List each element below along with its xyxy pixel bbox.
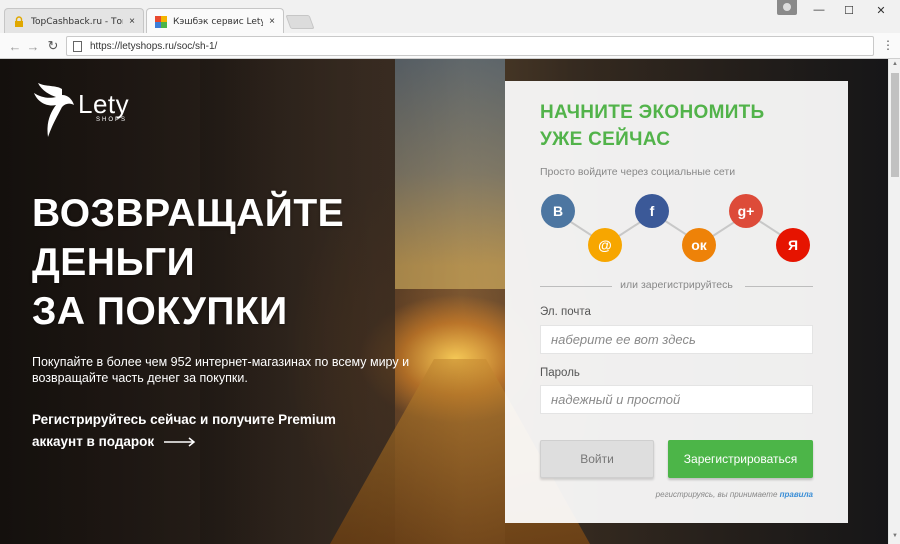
- login-button[interactable]: Войти: [540, 440, 654, 478]
- address-bar-row: ← → ↻ https://letyshops.ru/soc/sh-1/ ⋮: [0, 33, 900, 59]
- tab-title: Кэшбэк сервис LetyShop: [173, 16, 264, 27]
- logo-wordmark: Lety: [78, 89, 130, 119]
- social-login-label: Просто войдите через социальные сети: [540, 166, 736, 178]
- url-text: https://letyshops.ru/soc/sh-1/: [90, 40, 218, 52]
- browser-menu-icon[interactable]: ⋮: [882, 38, 894, 52]
- hero-subtext: Покупайте в более чем 952 интернет-магаз…: [32, 355, 410, 385]
- tab-close-icon[interactable]: ×: [129, 16, 135, 27]
- scroll-up-icon[interactable]: ▲: [891, 61, 899, 71]
- signup-title: НАЧНИТЕ ЭКОНОМИТЬ УЖЕ СЕЙЧАС: [540, 99, 765, 153]
- forward-arrow-icon[interactable]: →: [24, 37, 42, 55]
- tab-topcashback[interactable]: TopCashback.ru - Топ лу ×: [4, 8, 144, 34]
- terms-link[interactable]: правила: [780, 490, 813, 499]
- password-field[interactable]: [540, 385, 813, 414]
- signup-panel: НАЧНИТЕ ЭКОНОМИТЬ УЖЕ СЕЙЧАС Просто войд…: [505, 81, 848, 523]
- user-profile-icon[interactable]: [777, 0, 797, 15]
- scroll-thumb[interactable]: [891, 73, 899, 177]
- letyshops-favicon-icon: [155, 15, 167, 28]
- page-viewport: Lety SHOPS ВОЗВРАЩАЙТЕ ДЕНЬГИ ЗА ПОКУПКИ…: [0, 59, 888, 544]
- hummingbird-logo-icon: [34, 83, 74, 137]
- signup-title-line: НАЧНИТЕ ЭКОНОМИТЬ: [540, 102, 765, 123]
- maximize-button[interactable]: ☐: [834, 0, 864, 20]
- hero-headline: ВОЗВРАЩАЙТЕ ДЕНЬГИ ЗА ПОКУПКИ: [32, 189, 344, 336]
- arrow-right-icon: [163, 437, 196, 448]
- signup-title-line: УЖЕ СЕЙЧАС: [540, 129, 671, 150]
- logo-subtitle: SHOPS: [96, 117, 128, 123]
- page-info-icon[interactable]: [73, 40, 82, 52]
- lock-favicon-icon: [15, 15, 23, 27]
- password-label: Пароль: [540, 367, 580, 379]
- googleplus-login-icon[interactable]: g+: [729, 194, 763, 228]
- scroll-down-icon[interactable]: ▼: [891, 533, 899, 543]
- letyshops-logo[interactable]: Lety SHOPS: [32, 81, 129, 139]
- facebook-login-icon[interactable]: f: [635, 194, 669, 228]
- email-field[interactable]: [540, 325, 813, 354]
- reload-icon[interactable]: ↻: [44, 37, 62, 55]
- mail-login-icon[interactable]: @: [588, 228, 622, 262]
- headline-line: ЗА ПОКУПКИ: [32, 290, 288, 333]
- register-button[interactable]: Зарегистрироваться: [668, 440, 813, 478]
- tab-bar: TopCashback.ru - Топ лу × Кэшбэк сервис …: [0, 0, 900, 34]
- tab-close-icon[interactable]: ×: [269, 16, 275, 27]
- odnoklassniki-login-icon[interactable]: ок: [682, 228, 716, 262]
- or-register-label: или зарегистрируйтесь: [620, 279, 733, 291]
- yandex-login-icon[interactable]: Я: [776, 228, 810, 262]
- headline-line: ДЕНЬГИ: [32, 241, 196, 284]
- divider-right: [745, 286, 813, 287]
- terms-note: регистрируясь, вы принимаете правила: [656, 490, 813, 499]
- vkontakte-login-icon[interactable]: B: [541, 194, 575, 228]
- email-label: Эл. почта: [540, 306, 591, 318]
- terms-text: регистрируясь, вы принимаете: [655, 490, 778, 499]
- url-input[interactable]: https://letyshops.ru/soc/sh-1/: [66, 36, 874, 56]
- hero-promo[interactable]: Регистрируйтесь сейчас и получите Premiu…: [32, 409, 362, 453]
- page-scrollbar[interactable]: ▲ ▼: [888, 59, 900, 544]
- tab-title: TopCashback.ru - Топ лу: [31, 16, 123, 27]
- close-window-button[interactable]: ✕: [866, 0, 896, 20]
- headline-line: ВОЗВРАЩАЙТЕ: [32, 192, 345, 235]
- back-arrow-icon[interactable]: ←: [6, 37, 24, 55]
- minimize-button[interactable]: —: [804, 0, 834, 20]
- new-tab-button[interactable]: [285, 15, 315, 29]
- tab-letyshops[interactable]: Кэшбэк сервис LetyShop ×: [146, 8, 284, 34]
